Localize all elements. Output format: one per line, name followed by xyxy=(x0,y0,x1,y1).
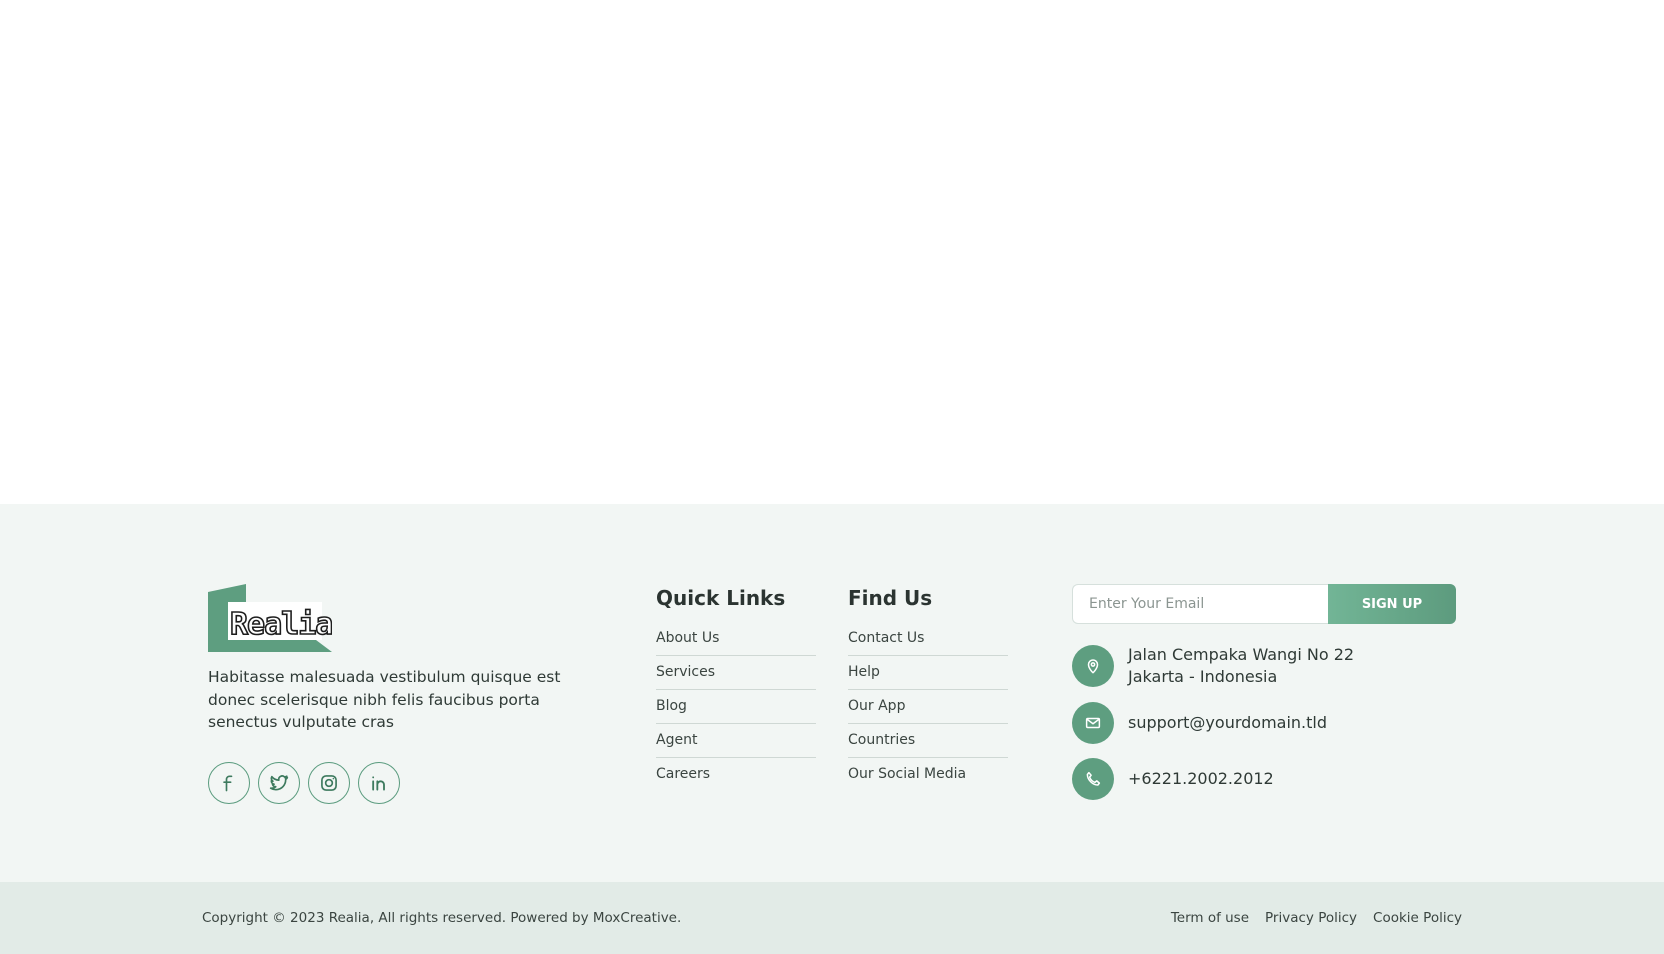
copyright-text: Copyright © 2023 Realia, All rights rese… xyxy=(202,910,682,926)
contact-phone: +6221.2002.2012 xyxy=(1072,758,1456,800)
quick-links-title: Quick Links xyxy=(656,586,786,610)
contact-column: SIGN UP Jalan Cempaka Wangi No 22 Jakart… xyxy=(1072,584,1456,800)
contact-email: support@yourdomain.tld xyxy=(1072,702,1456,744)
svg-text:Realia: Realia xyxy=(230,607,332,642)
quick-link-agent[interactable]: Agent xyxy=(656,724,816,758)
twitter-icon xyxy=(269,774,289,791)
legal-links: Term of use Privacy Policy Cookie Policy xyxy=(1171,908,1462,928)
mail-icon xyxy=(1072,702,1114,744)
address-text: Jalan Cempaka Wangi No 22 Jakarta - Indo… xyxy=(1128,644,1354,688)
instagram-icon xyxy=(321,774,337,791)
footer-about-text: Habitasse malesuada vestibulum quisque e… xyxy=(208,668,561,731)
find-us-social-media[interactable]: Our Social Media xyxy=(848,758,1008,792)
location-pin-icon xyxy=(1072,645,1114,687)
find-us-our-app[interactable]: Our App xyxy=(848,690,1008,724)
facebook-link[interactable] xyxy=(208,761,250,804)
privacy-policy-link[interactable]: Privacy Policy xyxy=(1265,908,1357,928)
quick-link-careers[interactable]: Careers xyxy=(656,758,816,792)
page-content-area xyxy=(0,0,1664,504)
phone-icon xyxy=(1072,758,1114,800)
newsletter-form: SIGN UP xyxy=(1072,584,1456,624)
email-text[interactable]: support@yourdomain.tld xyxy=(1128,712,1327,734)
find-us-column: Find Us Contact Us Help Our App Countrie… xyxy=(848,584,1008,792)
realia-logo[interactable]: Realia xyxy=(208,584,332,652)
term-of-use-link[interactable]: Term of use xyxy=(1171,908,1249,928)
quick-links-column: Quick Links About Us Services Blog Agent… xyxy=(656,584,816,792)
social-links xyxy=(208,761,568,804)
find-us-help[interactable]: Help xyxy=(848,656,1008,690)
find-us-contact-us[interactable]: Contact Us xyxy=(848,622,1008,656)
email-input[interactable] xyxy=(1072,584,1328,624)
quick-link-blog[interactable]: Blog xyxy=(656,690,816,724)
find-us-countries[interactable]: Countries xyxy=(848,724,1008,758)
footer-brand: Realia Habitasse malesuada vestibulum qu… xyxy=(208,584,568,804)
address-line-1: Jalan Cempaka Wangi No 22 xyxy=(1128,645,1355,664)
facebook-icon xyxy=(223,775,233,791)
linkedin-icon xyxy=(372,775,385,791)
cookie-policy-link[interactable]: Cookie Policy xyxy=(1373,908,1462,928)
quick-link-services[interactable]: Services xyxy=(656,656,816,690)
find-us-title: Find Us xyxy=(848,586,933,610)
instagram-link[interactable] xyxy=(308,761,350,804)
sign-up-button[interactable]: SIGN UP xyxy=(1328,584,1456,624)
phone-text[interactable]: +6221.2002.2012 xyxy=(1128,768,1274,790)
quick-link-about-us[interactable]: About Us xyxy=(656,622,816,656)
find-us-list: Contact Us Help Our App Countries Our So… xyxy=(848,622,1008,792)
linkedin-link[interactable] xyxy=(358,761,400,804)
address-line-2: Jakarta - Indonesia xyxy=(1128,667,1278,686)
contact-address: Jalan Cempaka Wangi No 22 Jakarta - Indo… xyxy=(1072,644,1456,688)
quick-links-list: About Us Services Blog Agent Careers xyxy=(656,622,816,792)
twitter-link[interactable] xyxy=(258,761,300,804)
